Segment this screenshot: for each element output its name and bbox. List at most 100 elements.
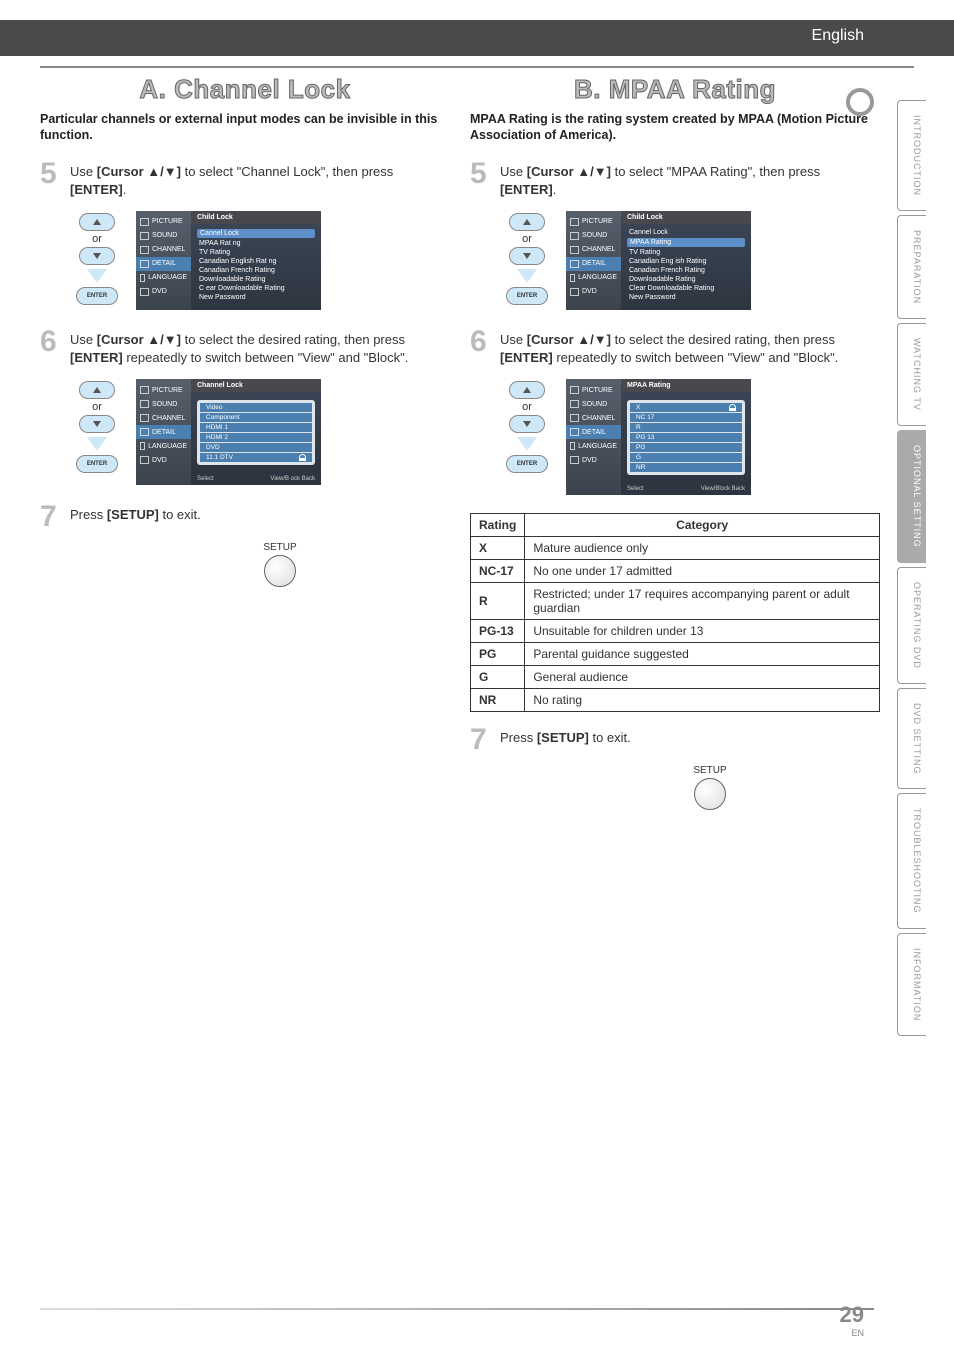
enter-button[interactable]: ENTER (76, 455, 118, 473)
side-tab[interactable]: TROUBLESHOOTING (897, 793, 926, 929)
step-7-left: 7 Press [SETUP] to exit. (40, 503, 450, 530)
side-tab[interactable]: WATCHING TV (897, 323, 926, 426)
enter-key: [ENTER] (500, 350, 553, 365)
t: Use (500, 164, 527, 179)
flow-arrow-icon (87, 437, 107, 451)
enter-button[interactable]: ENTER (506, 287, 548, 305)
osd-channel-lock: PICTURESOUNDCHANNELDETAILLANGUAGEDVD Cha… (136, 379, 321, 485)
diagram-5-right: or ENTER PICTURESOUNDCHANNELDETAILLANGUA… (500, 211, 880, 310)
footer-rule (40, 1308, 874, 1310)
step-num: 5 (470, 160, 492, 199)
cursor-up-icon[interactable] (509, 381, 545, 399)
cursor-up-icon[interactable] (79, 213, 115, 231)
step-num: 7 (40, 503, 62, 530)
t: to exit. (159, 507, 201, 522)
section-b-subtitle: MPAA Rating is the rating system created… (470, 111, 880, 144)
t: to select "MPAA Rating", then press (611, 164, 820, 179)
table-row: PGParental guidance suggested (471, 643, 880, 666)
t: to select the desired rating, then press (181, 332, 405, 347)
side-tab[interactable]: DVD SETTING (897, 688, 926, 790)
setup-button-diagram: SETUP (540, 765, 880, 810)
osd-sidebar: PICTURESOUNDCHANNELDETAILLANGUAGEDVD (136, 211, 191, 310)
cursor-down-icon[interactable] (509, 247, 545, 265)
osd-sidebar: PICTURESOUNDCHANNELDETAILLANGUAGEDVD (566, 211, 621, 310)
rating-tbody: XMature audience onlyNC-17No one under 1… (471, 537, 880, 712)
setup-button-icon[interactable] (694, 778, 726, 810)
or-label: or (70, 233, 124, 245)
mpaa-rating-table: Rating Category XMature audience onlyNC-… (470, 513, 880, 712)
cursor-down-icon[interactable] (509, 415, 545, 433)
cursor-key: [Cursor ▲/▼] (527, 332, 611, 347)
enter-button[interactable]: ENTER (76, 287, 118, 305)
cursor-key: [Cursor ▲/▼] (97, 332, 181, 347)
setup-key: [SETUP] (537, 730, 589, 745)
side-tab[interactable]: OPTIONAL SETTING (897, 430, 926, 563)
section-a-title: A. Channel Lock (40, 74, 450, 105)
table-row: XMature audience only (471, 537, 880, 560)
cursor-up-icon[interactable] (79, 381, 115, 399)
diagram-6-left: or ENTER PICTURESOUNDCHANNELDETAILLANGUA… (70, 379, 450, 485)
setup-label: SETUP (263, 542, 296, 553)
left-column: A. Channel Lock Particular channels or e… (40, 74, 450, 810)
enter-key: [ENTER] (500, 182, 553, 197)
page-en: EN (840, 1328, 864, 1338)
setup-button-diagram: SETUP (110, 542, 450, 587)
or-label: or (500, 233, 554, 245)
osd-body: Cannel LockMPAA Rat ngTV RatingCanadian … (191, 224, 321, 310)
or-label: or (500, 401, 554, 413)
step-num: 6 (40, 328, 62, 367)
remote-buttons: or ENTER (70, 211, 124, 307)
setup-button-icon[interactable] (264, 555, 296, 587)
circle-ornament (846, 88, 874, 116)
side-tab[interactable]: OPERATING DVD (897, 567, 926, 684)
flow-arrow-icon (87, 269, 107, 283)
cursor-up-icon[interactable] (509, 213, 545, 231)
step-5-right: 5 Use [Cursor ▲/▼] to select "MPAA Ratin… (470, 160, 880, 199)
osd-title: MPAA Rating (621, 379, 751, 392)
step-text: Press [SETUP] to exit. (70, 503, 450, 530)
t: Use (70, 332, 97, 347)
step-5-left: 5 Use [Cursor ▲/▼] to select "Channel Lo… (40, 160, 450, 199)
side-tab[interactable]: INFORMATION (897, 933, 926, 1036)
osd-body: Cannel LockMPAA RatingTV RatingCanadian … (621, 224, 751, 310)
osd-child-lock: PICTURESOUNDCHANNELDETAILLANGUAGEDVD Chi… (136, 211, 321, 310)
step-text: Use [Cursor ▲/▼] to select "Channel Lock… (70, 160, 450, 199)
language-badge: English (812, 27, 864, 45)
cursor-key: [Cursor ▲/▼] (527, 164, 611, 179)
step-text: Use [Cursor ▲/▼] to select the desired r… (500, 328, 880, 367)
th-category: Category (525, 514, 880, 537)
osd-inner-list: VideoComponentHDMI 1HDMI 2DVD11.1 DTV (197, 400, 315, 465)
side-tab[interactable]: PREPARATION (897, 215, 926, 319)
step-text: Use [Cursor ▲/▼] to select "MPAA Rating"… (500, 160, 880, 199)
t: repeatedly to switch between "View" and … (123, 350, 409, 365)
table-row: PG-13Unsuitable for children under 13 (471, 620, 880, 643)
enter-key: [ENTER] (70, 182, 123, 197)
step-num: 7 (470, 726, 492, 753)
table-row: NC-17No one under 17 admitted (471, 560, 880, 583)
t: to select the desired rating, then press (611, 332, 835, 347)
cursor-down-icon[interactable] (79, 247, 115, 265)
page-number: 29 EN (840, 1302, 864, 1338)
page-n: 29 (840, 1302, 864, 1328)
enter-key: [ENTER] (70, 350, 123, 365)
osd-mpaa-rating: PICTURESOUNDCHANNELDETAILLANGUAGEDVD MPA… (566, 379, 751, 495)
footer-back: View/B ock Back (270, 476, 315, 482)
enter-button[interactable]: ENTER (506, 455, 548, 473)
cursor-down-icon[interactable] (79, 415, 115, 433)
side-tabs: INTRODUCTION PREPARATION WATCHING TV OPTION… (897, 100, 926, 1036)
diagram-5-left: or ENTER PICTURESOUNDCHANNELDETAILLANGUA… (70, 211, 450, 310)
cursor-key: [Cursor ▲/▼] (97, 164, 181, 179)
remote-buttons: or ENTER (70, 379, 124, 475)
side-tab[interactable]: INTRODUCTION (897, 100, 926, 211)
step-6-left: 6 Use [Cursor ▲/▼] to select the desired… (40, 328, 450, 367)
or-label: or (70, 401, 124, 413)
osd-child-lock: PICTURESOUNDCHANNELDETAILLANGUAGEDVD Chi… (566, 211, 751, 310)
header-bar: English (0, 20, 954, 56)
step-text: Press [SETUP] to exit. (500, 726, 880, 753)
osd-title: Child Lock (191, 211, 321, 224)
osd-footer: Select View/Block Back (621, 483, 751, 495)
step-text: Use [Cursor ▲/▼] to select the desired r… (70, 328, 450, 367)
t: Use (70, 164, 97, 179)
setup-key: [SETUP] (107, 507, 159, 522)
th-rating: Rating (471, 514, 525, 537)
